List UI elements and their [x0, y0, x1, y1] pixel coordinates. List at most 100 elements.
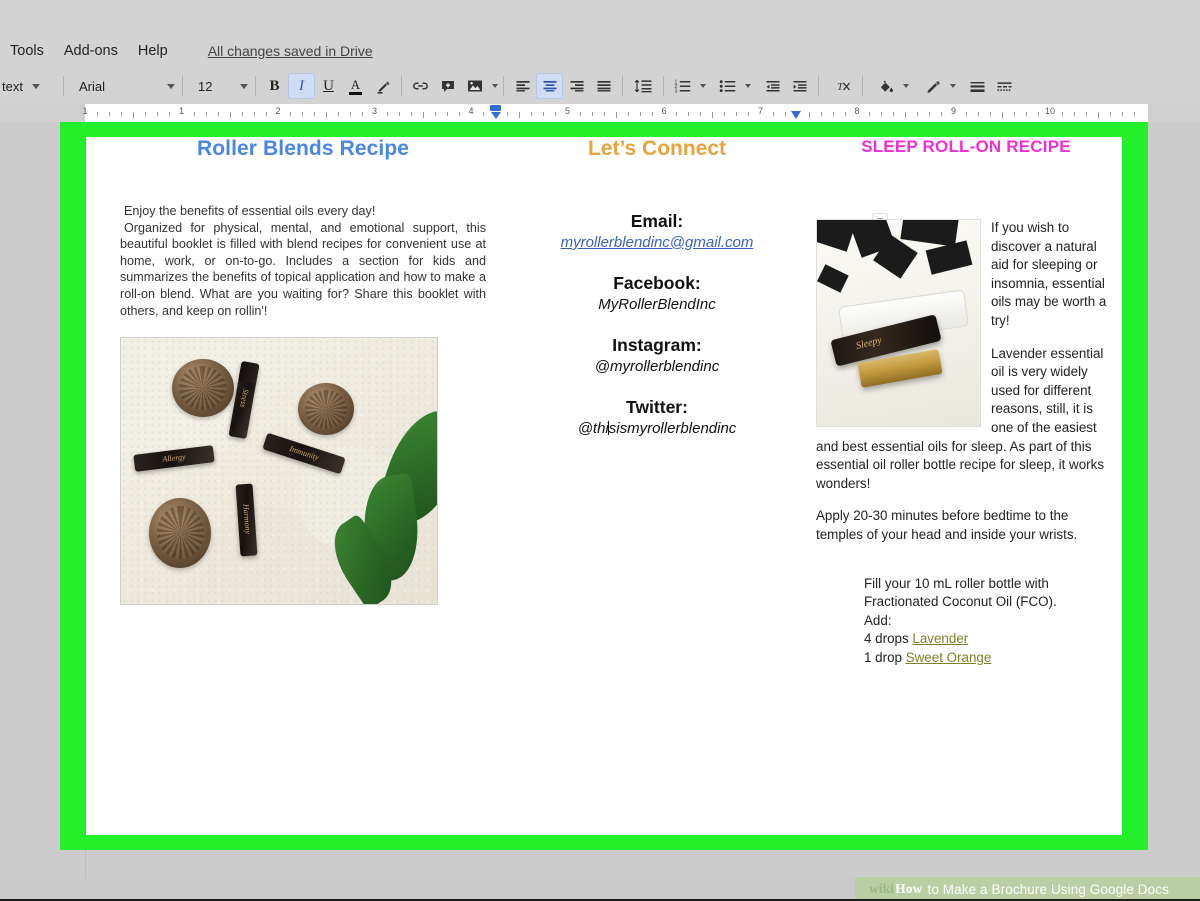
border-color-dropdown[interactable]: [919, 74, 956, 98]
document-canvas: Roller Blends Recipe Enjoy the benefits …: [0, 122, 1200, 879]
align-right-button[interactable]: [563, 73, 590, 99]
decrease-indent-button[interactable]: [759, 73, 786, 99]
align-center-button[interactable]: [536, 73, 563, 99]
left-indent-marker[interactable]: [490, 105, 501, 120]
menu-tools[interactable]: Tools: [0, 38, 54, 64]
ruler-tick: [447, 112, 448, 116]
bulleted-list-icon: [719, 79, 736, 93]
menu-addons[interactable]: Add-ons: [54, 38, 128, 64]
bottle-label: Stress: [238, 389, 250, 409]
ruler-tick: [616, 112, 617, 118]
chevron-down-icon: [950, 84, 956, 88]
ruler-tick: [700, 112, 701, 116]
bulleted-list-button[interactable]: [714, 73, 741, 99]
recipe-line-1: Fill your 10 mL roller bottle with Fract…: [864, 575, 1116, 612]
font-family-dropdown[interactable]: Arial: [69, 74, 177, 98]
roller-blends-line2: Organized for physical, mental, and emot…: [120, 221, 486, 318]
insert-image-button[interactable]: [461, 73, 488, 99]
sleep-recipe-block[interactable]: Fill your 10 mL roller bottle with Fract…: [816, 575, 1116, 668]
ruler-tick: [881, 112, 882, 116]
border-dash-button[interactable]: [991, 73, 1018, 99]
fill-color-button[interactable]: [872, 73, 899, 99]
increase-indent-button[interactable]: [786, 73, 813, 99]
ruler-tick: [483, 112, 484, 116]
ruler-tick: [978, 112, 979, 116]
numbered-list-dropdown[interactable]: 1 2 3: [669, 74, 706, 98]
contact-email: Email: myrollerblendinc@gmail.com: [518, 211, 796, 251]
ruler-number: 1: [82, 106, 87, 116]
ruler-tick: [966, 112, 967, 116]
ruler-tick: [362, 112, 363, 116]
left-indent-icon: [491, 112, 501, 119]
ruler-tick: [1122, 112, 1123, 116]
pinecone-icon: [149, 498, 211, 568]
menu-bar: Tools Add-ons Help All changes saved in …: [0, 0, 1200, 68]
border-color-button[interactable]: [919, 73, 946, 99]
italic-button[interactable]: I: [288, 73, 315, 99]
ruler-tick: [290, 112, 291, 116]
ruler-tick: [905, 112, 906, 118]
ruler-tick: [230, 112, 231, 118]
document-page[interactable]: Roller Blends Recipe Enjoy the benefits …: [86, 137, 1122, 835]
column-roller-blends: Roller Blends Recipe Enjoy the benefits …: [120, 137, 486, 605]
heading-roller-blends: Roller Blends Recipe: [120, 137, 486, 161]
numbered-list-button[interactable]: 1 2 3: [669, 73, 696, 99]
svg-text:3: 3: [675, 89, 678, 93]
contact-label-facebook: Facebook:: [518, 273, 796, 294]
ruler-tick: [929, 112, 930, 116]
align-right-icon: [569, 79, 585, 93]
contact-instagram: Instagram: @myrollerblendinc: [518, 335, 796, 375]
ruler-tick: [350, 112, 351, 116]
border-weight-button[interactable]: [964, 73, 991, 99]
chevron-down-icon: [745, 84, 751, 88]
font-size-dropdown[interactable]: 12: [188, 74, 250, 98]
line-spacing-button[interactable]: [628, 73, 658, 99]
roller-blends-body[interactable]: Enjoy the benefits of essential oils eve…: [120, 203, 486, 319]
sweet-orange-oil-link[interactable]: Sweet Orange: [906, 650, 992, 665]
align-justify-button[interactable]: [590, 73, 617, 99]
roller-bottles-pinecones-photo[interactable]: Stress Allergy Immunity Harmony: [120, 337, 438, 605]
underline-button[interactable]: U: [315, 73, 342, 99]
fill-color-dropdown[interactable]: [872, 74, 909, 98]
bulleted-list-dropdown[interactable]: [714, 74, 751, 98]
bold-button[interactable]: B: [261, 73, 288, 99]
formatting-toolbar: text Arial 12 B I U A: [0, 68, 1200, 104]
ruler-tick: [531, 112, 532, 116]
sleep-rollon-bottle-photo[interactable]: Sleepy: [816, 219, 981, 427]
ruler-tick: [145, 112, 146, 116]
save-status-label[interactable]: All changes saved in Drive: [208, 43, 373, 59]
ruler-number: 1: [179, 106, 184, 116]
ruler-tick: [194, 112, 195, 116]
ruler-tick: [604, 112, 605, 116]
paragraph-style-dropdown[interactable]: text: [0, 74, 58, 98]
lavender-oil-link[interactable]: Lavender: [912, 631, 968, 646]
document-ruler[interactable]: 112345678910: [0, 104, 1200, 122]
pinecone-icon: [172, 359, 234, 417]
menu-items-row: Tools Add-ons Help All changes saved in …: [0, 38, 373, 64]
email-link[interactable]: myrollerblendinc@gmail.com: [518, 234, 796, 251]
ruler-tick: [712, 112, 713, 118]
heading-sleep-rollon: SLEEP ROLL-ON RECIPE: [816, 137, 1116, 157]
contact-twitter: Twitter: @thisismyrollerblendinc: [518, 397, 796, 437]
clear-formatting-button[interactable]: T: [830, 73, 857, 99]
text-color-button[interactable]: A: [342, 73, 369, 99]
align-center-icon: [542, 79, 558, 93]
ruler-tick: [869, 112, 870, 116]
sleep-rollon-body[interactable]: Sleepy If you wish to discover a natural…: [816, 219, 1116, 559]
ruler-tick: [423, 112, 424, 118]
border-color-icon: [925, 79, 941, 94]
decrease-indent-icon: [765, 79, 781, 93]
insert-image-dropdown[interactable]: [461, 74, 498, 98]
twitter-handle[interactable]: @thisismyrollerblendinc: [518, 420, 796, 437]
ruler-number: 8: [854, 106, 859, 116]
ruler-tick: [1134, 112, 1135, 116]
insert-link-icon: [412, 78, 429, 94]
add-comment-button[interactable]: [434, 73, 461, 99]
ruler-number: 3: [372, 106, 377, 116]
highlight-color-button[interactable]: [369, 73, 396, 99]
highlight-color-icon: [375, 78, 391, 94]
right-margin-marker[interactable]: [791, 111, 801, 119]
menu-help[interactable]: Help: [128, 38, 178, 64]
align-left-button[interactable]: [509, 73, 536, 99]
insert-link-button[interactable]: [407, 73, 434, 99]
